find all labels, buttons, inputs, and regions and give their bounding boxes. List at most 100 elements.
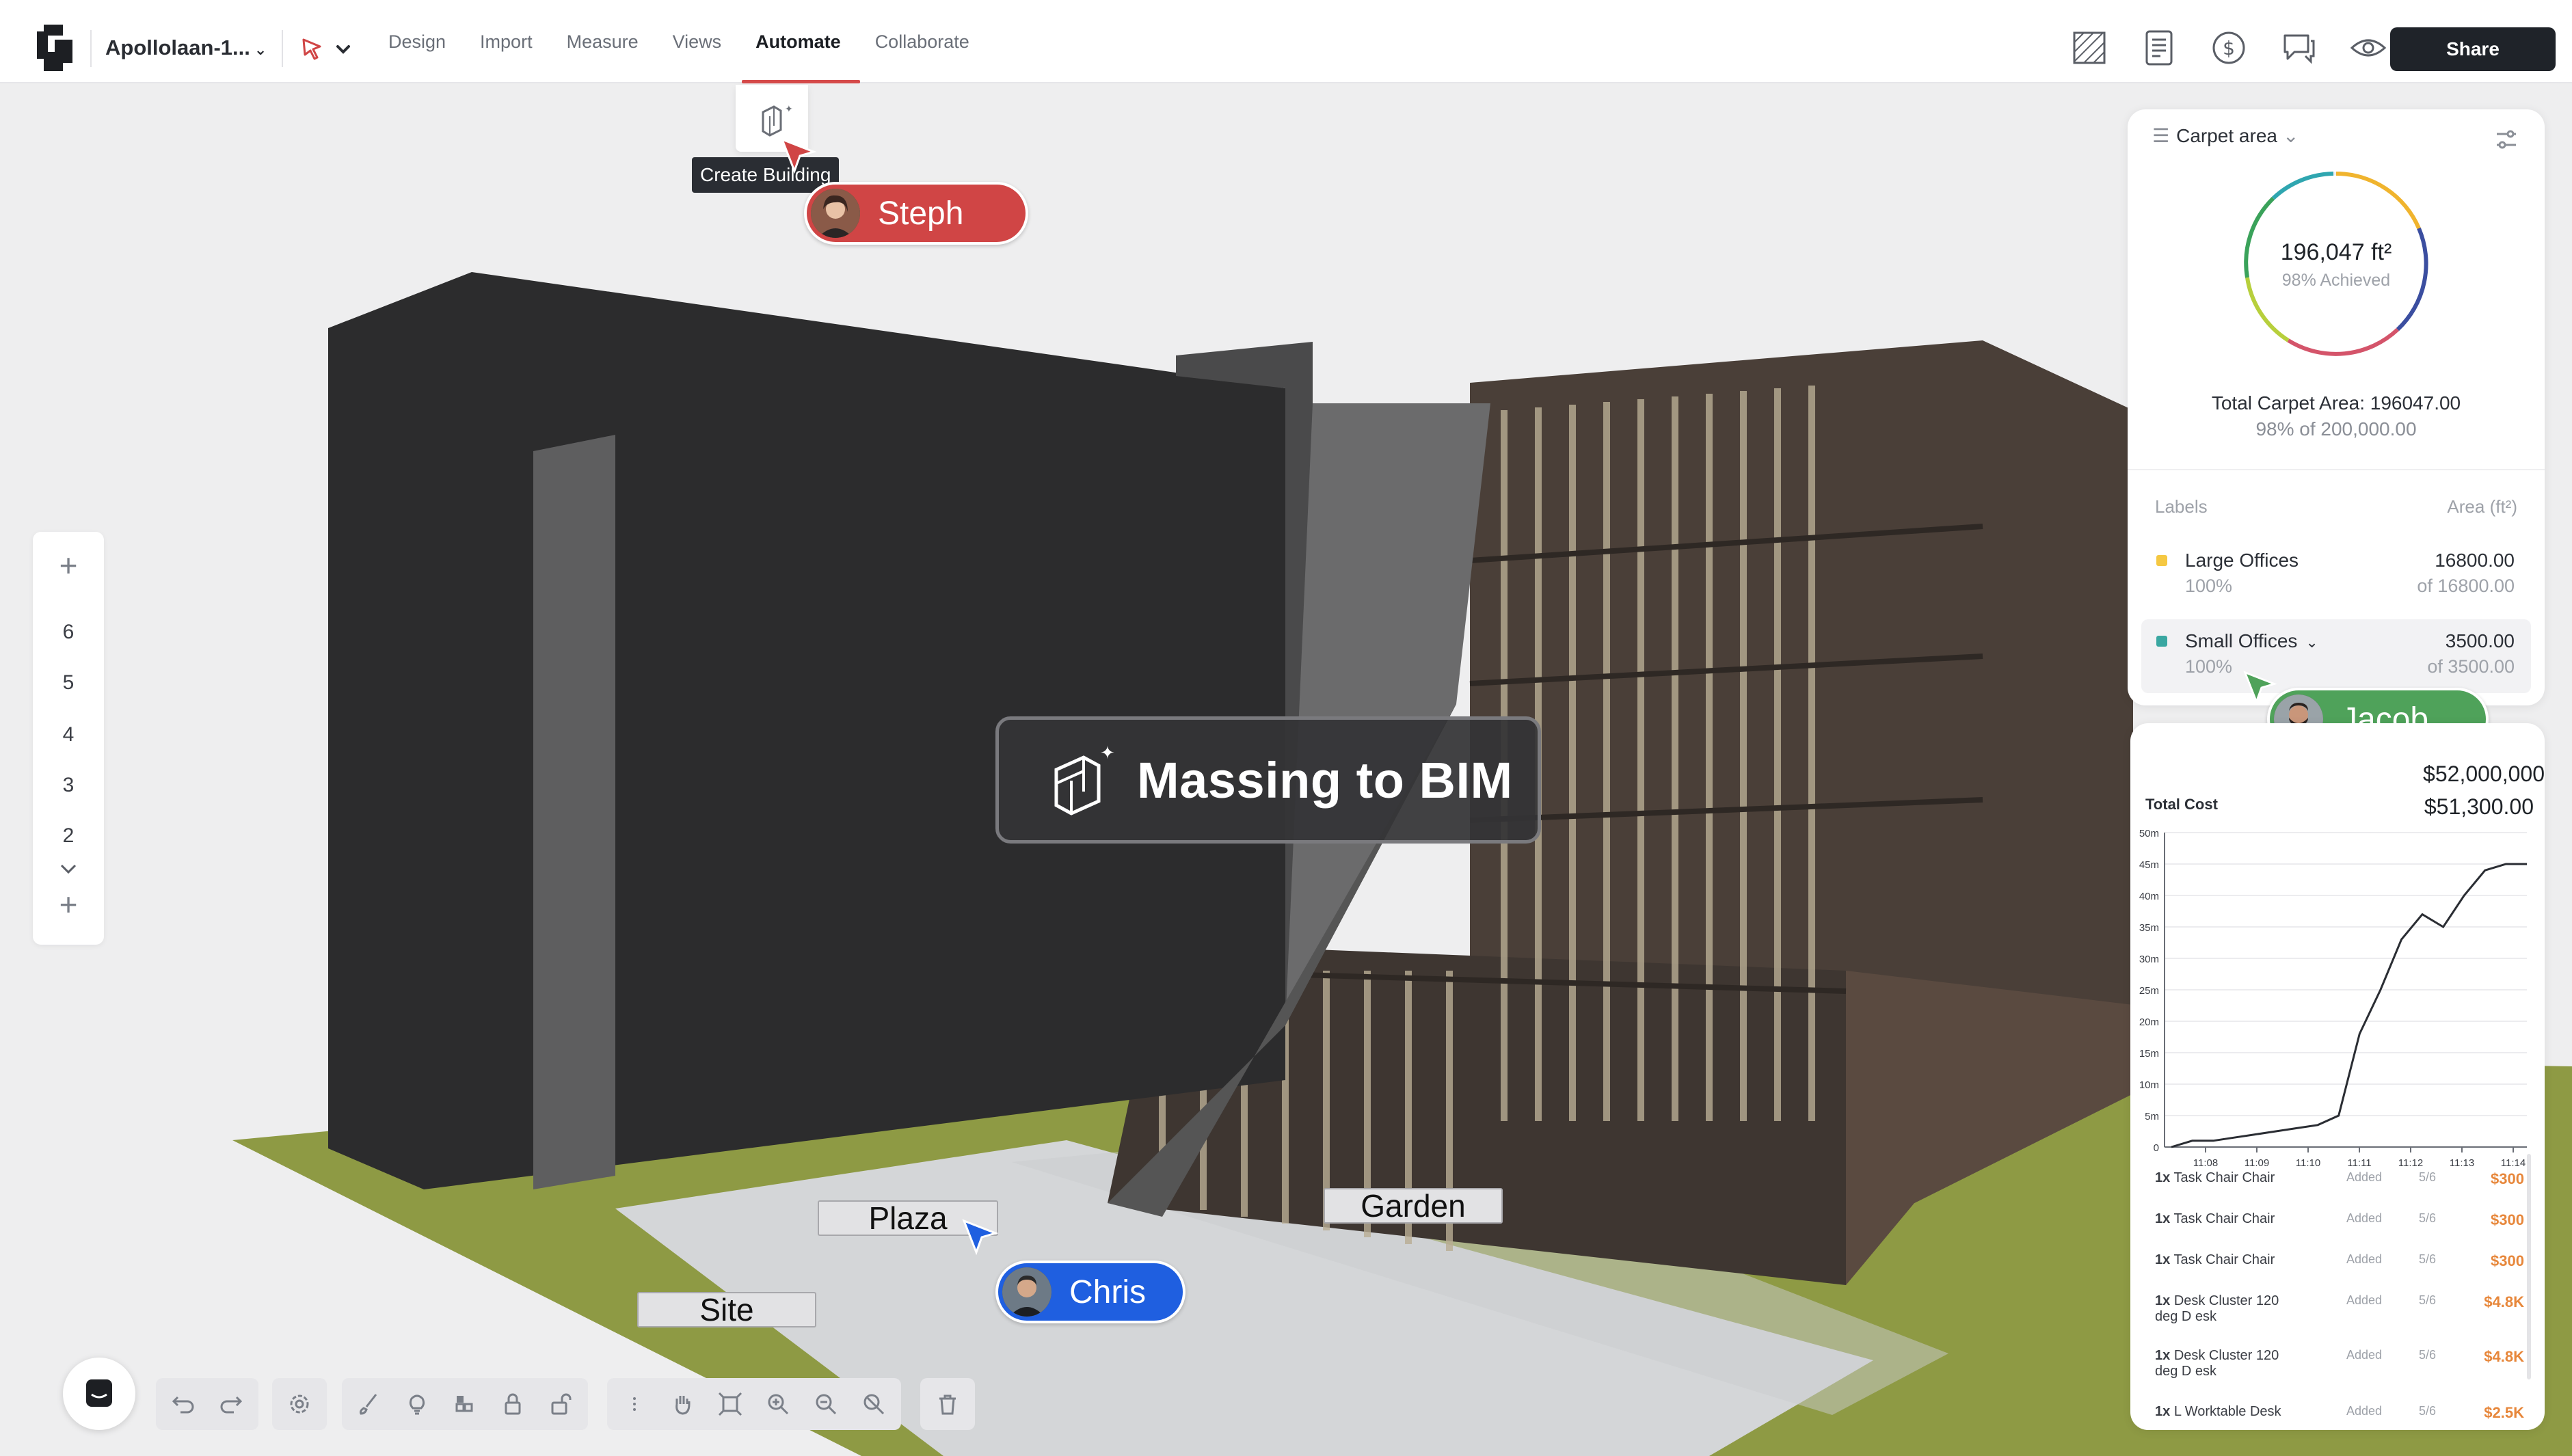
row-of: of 3500.00 xyxy=(2427,656,2515,677)
y-tick-label: 30m xyxy=(2139,954,2159,965)
toolbar-delete xyxy=(920,1378,975,1430)
app-logo-icon[interactable] xyxy=(36,23,75,72)
brush-icon[interactable] xyxy=(350,1385,388,1423)
floor-4[interactable]: 4 xyxy=(33,723,104,746)
add-floor-above-button[interactable]: + xyxy=(33,547,104,584)
menu-import[interactable]: Import xyxy=(480,0,533,83)
floor-selector: + 6 5 4 3 2 + xyxy=(33,532,104,945)
x-tick-label: 11:14 xyxy=(2501,1157,2526,1168)
row-pct: 100% xyxy=(2185,656,2233,677)
y-tick-label: 50m xyxy=(2139,828,2159,839)
x-tick-label: 11:09 xyxy=(2245,1157,2269,1168)
undo-icon[interactable] xyxy=(164,1385,202,1423)
total-carpet-area-sub: 98% of 200,000.00 xyxy=(2255,418,2417,440)
column-header-labels: Labels xyxy=(2155,496,2208,517)
menu-collaborate[interactable]: Collaborate xyxy=(875,0,969,83)
divider xyxy=(90,30,92,67)
toolbar-edit xyxy=(342,1378,588,1430)
x-tick-label: 11:10 xyxy=(2296,1157,2320,1168)
chat-button[interactable] xyxy=(63,1358,135,1430)
fit-icon[interactable] xyxy=(711,1385,749,1423)
blocks-icon[interactable] xyxy=(446,1385,484,1423)
column-header-area: Area (ft²) xyxy=(2447,496,2517,517)
zoom-reset-icon[interactable] xyxy=(855,1385,893,1423)
comments-icon[interactable] xyxy=(2279,29,2318,67)
list-item[interactable]: 1x Task Chair Chair Added 5/6 $300 xyxy=(2155,1252,2524,1269)
badge-label: Massing to BIM xyxy=(1137,751,1513,809)
total-cost-label: Total Cost xyxy=(2145,796,2218,813)
y-tick-label: 35m xyxy=(2139,922,2159,934)
eye-icon[interactable] xyxy=(2349,29,2387,67)
share-button[interactable]: Share xyxy=(2390,27,2556,71)
list-icon: ☰ xyxy=(2152,125,2170,146)
floor-2[interactable]: 2 xyxy=(33,824,104,848)
toolbar-settings xyxy=(272,1378,327,1430)
carpet-area-value: 196,047 ft² xyxy=(2280,239,2392,265)
total-carpet-area: Total Carpet Area: 196047.00 xyxy=(2211,392,2461,414)
bulb-icon[interactable] xyxy=(398,1385,436,1423)
divider xyxy=(282,30,283,67)
toolbar-history xyxy=(156,1378,258,1430)
cost-panel: $52,000,000 $51,300.00 Total Cost 0 5m 10m… xyxy=(2130,723,2545,1430)
list-item[interactable]: 1x Task Chair Chair Added 5/6 $300 xyxy=(2155,1211,2524,1228)
x-tick-label: 11:12 xyxy=(2398,1157,2423,1168)
avatar xyxy=(1002,1267,1051,1317)
svg-text:✦: ✦ xyxy=(785,104,793,115)
menu-views[interactable]: Views xyxy=(673,0,722,83)
floorplan-icon[interactable] xyxy=(2070,29,2108,67)
unlock-icon[interactable] xyxy=(541,1385,580,1423)
dollar-icon[interactable]: $ xyxy=(2210,29,2248,67)
carpet-area-panel: ☰ Carpet area ⌄ 196,047 ft² 98% Achieved T… xyxy=(2128,109,2545,705)
redo-icon[interactable] xyxy=(212,1385,250,1423)
lock-icon[interactable] xyxy=(494,1385,532,1423)
chevron-down-icon: ⌄ xyxy=(254,41,267,58)
floor-3[interactable]: 3 xyxy=(33,774,104,797)
x-tick-label: 11:08 xyxy=(2193,1157,2218,1168)
right-toolbar: $ xyxy=(2070,29,2387,67)
filter-settings-icon[interactable] xyxy=(2493,126,2520,153)
report-icon[interactable] xyxy=(2140,29,2178,67)
hand-icon[interactable] xyxy=(663,1385,701,1423)
building-sparkle-icon: ✦ xyxy=(1054,743,1115,815)
toolbar-view xyxy=(607,1378,901,1430)
y-tick-label: 25m xyxy=(2139,985,2159,997)
project-name-dropdown[interactable]: Apollolaan-1... ⌄ xyxy=(105,36,267,60)
cursor-chris-icon xyxy=(962,1219,999,1256)
select-tool-dropdown[interactable] xyxy=(299,36,354,63)
chevron-down-icon[interactable] xyxy=(59,863,78,876)
zoom-in-icon[interactable] xyxy=(759,1385,797,1423)
row-value: 3500.00 xyxy=(2445,630,2515,651)
menu-design[interactable]: Design xyxy=(388,0,446,83)
list-item[interactable]: 1x Task Chair Chair Added 5/6 $300 xyxy=(2155,1170,2524,1187)
avatar xyxy=(811,189,860,238)
y-tick-label: 10m xyxy=(2139,1079,2159,1091)
x-tick-label: 11:13 xyxy=(2450,1157,2474,1168)
menu-measure[interactable]: Measure xyxy=(567,0,639,83)
settings-icon[interactable] xyxy=(280,1385,319,1423)
scrollbar[interactable] xyxy=(2527,1154,2531,1379)
list-item[interactable]: 1x Desk Cluster 120 deg D esk Added 5/6 $4.… xyxy=(2155,1293,2524,1325)
list-item[interactable]: 1x Desk Cluster 120 deg D esk Added 5/6 $4.… xyxy=(2155,1348,2524,1379)
carpet-area-dropdown[interactable]: ☰ Carpet area ⌄ xyxy=(2152,124,2299,147)
more-icon[interactable] xyxy=(615,1385,654,1423)
area-label-site[interactable]: Site xyxy=(637,1292,816,1327)
y-tick-label: 15m xyxy=(2139,1048,2159,1060)
area-label-garden[interactable]: Garden xyxy=(1324,1188,1503,1224)
zoom-out-icon[interactable] xyxy=(807,1385,845,1423)
row-value: 16800.00 xyxy=(2435,550,2515,571)
trash-icon[interactable] xyxy=(928,1385,967,1423)
carpet-area-achieved: 98% Achieved xyxy=(2281,271,2391,290)
chat-icon xyxy=(86,1379,112,1407)
list-item[interactable]: 1x L Worktable Desk Added 5/6 $2.5K xyxy=(2155,1404,2524,1421)
y-tick-label: 20m xyxy=(2139,1016,2159,1028)
add-floor-below-button[interactable]: + xyxy=(33,886,104,923)
color-swatch xyxy=(2156,555,2167,566)
row-label-small-offices: Small Offices ⌄ xyxy=(2185,630,2318,651)
menu-automate[interactable]: Automate xyxy=(742,0,860,83)
y-tick-label: 0 xyxy=(2154,1142,2159,1154)
svg-text:$: $ xyxy=(2223,37,2235,59)
divider xyxy=(2128,469,2545,470)
floor-5[interactable]: 5 xyxy=(33,671,104,695)
floor-6[interactable]: 6 xyxy=(33,621,104,644)
color-swatch xyxy=(2156,636,2167,647)
